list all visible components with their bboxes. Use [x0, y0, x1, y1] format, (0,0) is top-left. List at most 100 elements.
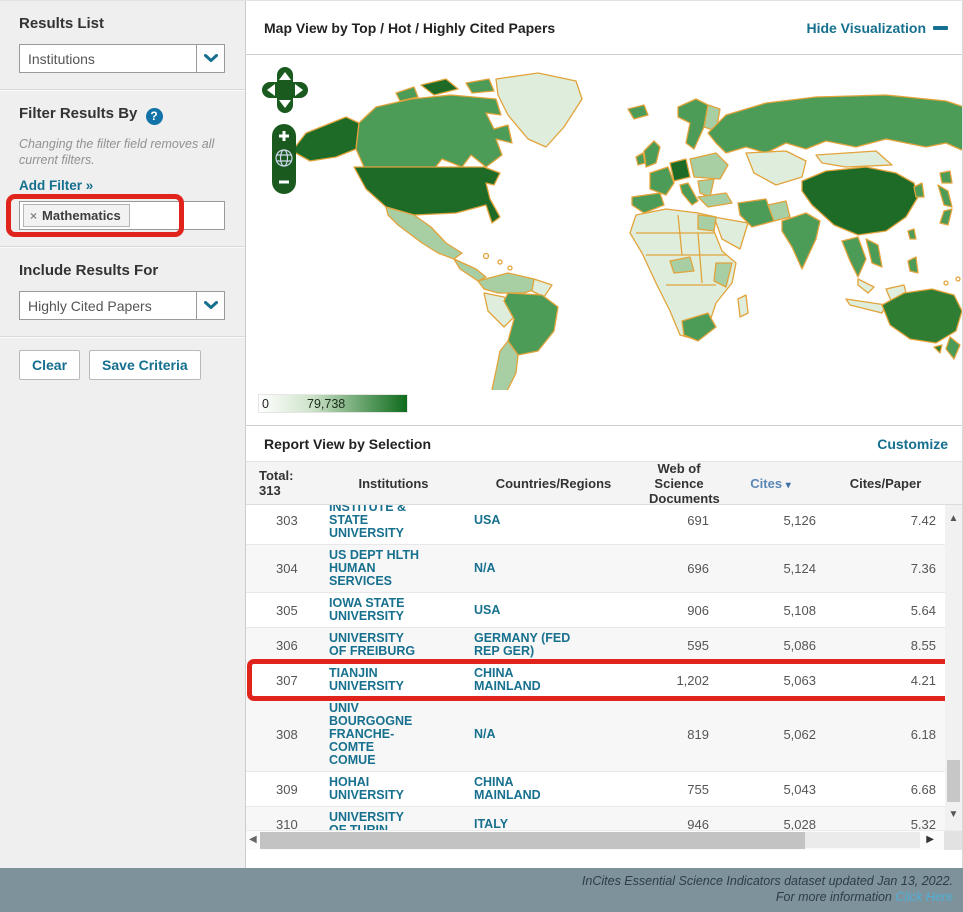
chevron-down-icon[interactable]	[196, 45, 224, 72]
column-header-countries[interactable]: Countries/Regions	[466, 477, 641, 492]
table-row: 304 US DEPT HLTH HUMAN SERVICES N/A 696 …	[246, 545, 947, 593]
results-list-heading: Results List	[19, 15, 226, 32]
map-asia	[698, 95, 962, 315]
column-header-cites[interactable]: Cites ▾	[717, 477, 824, 492]
map-north-america	[292, 73, 582, 281]
filter-tag-mathematics[interactable]: × Mathematics	[23, 204, 130, 227]
map-south-america	[478, 273, 558, 390]
include-results-selected-value: Highly Cited Papers	[20, 298, 196, 314]
customize-link[interactable]: Customize	[877, 436, 948, 452]
results-list-section: Results List Institutions	[0, 1, 245, 89]
cites-per-paper-cell: 7.42	[824, 510, 947, 531]
column-header-cites-paper[interactable]: Cites/Paper	[824, 477, 947, 492]
institution-link[interactable]: UNIVERSITY OF TURIN	[321, 807, 466, 830]
table-rows: 303 INSTITUTE & STATE UNIVERSITY USA 691…	[246, 505, 947, 830]
documents-cell: 1,202	[641, 670, 717, 691]
filter-input[interactable]: × Mathematics	[19, 201, 225, 230]
map-view-title: Map View by Top / Hot / Highly Cited Pap…	[264, 20, 555, 36]
documents-cell: 906	[641, 600, 717, 621]
footer-dataset-line: InCites Essential Science Indicators dat…	[0, 873, 953, 889]
rank-cell: 304	[246, 558, 321, 579]
add-filter-link[interactable]: Add Filter »	[19, 178, 93, 193]
documents-cell: 819	[641, 724, 717, 745]
documents-cell: 595	[641, 635, 717, 656]
legend-max-value: 79,738	[307, 397, 345, 411]
table-header-row: Total: 313 Institutions Countries/Region…	[246, 462, 962, 505]
institution-link[interactable]: UNIVERSITY OF FREIBURG	[321, 628, 466, 662]
world-map-choropleth[interactable]	[246, 55, 962, 390]
institution-link[interactable]: TIANJIN UNIVERSITY	[321, 663, 466, 697]
table-row: 307 TIANJIN UNIVERSITY CHINA MAINLAND 1,…	[246, 663, 947, 698]
report-view-title: Report View by Selection	[264, 436, 431, 452]
cites-per-paper-cell: 5.64	[824, 600, 947, 621]
rank-cell: 308	[246, 724, 321, 745]
click-here-link[interactable]: Click Here	[895, 890, 953, 904]
cites-cell: 5,124	[717, 558, 824, 579]
table-row: 308 UNIV BOURGOGNE FRANCHE-COMTE COMUE N…	[246, 698, 947, 772]
country-cell: CHINA MAINLAND	[466, 772, 641, 806]
institution-link[interactable]: IOWA STATE UNIVERSITY	[321, 593, 466, 627]
scroll-up-icon[interactable]: ▲	[945, 513, 962, 524]
documents-cell: 755	[641, 779, 717, 800]
map-view-header: Map View by Top / Hot / Highly Cited Pap…	[246, 1, 962, 55]
table-row: 306 UNIVERSITY OF FREIBURG GERMANY (FED …	[246, 628, 947, 663]
horizontal-scrollbar[interactable]: ◀ ▶	[246, 830, 962, 850]
table-row: 303 INSTITUTE & STATE UNIVERSITY USA 691…	[246, 505, 947, 545]
hide-visualization-link[interactable]: Hide Visualization	[806, 20, 948, 36]
map-controls	[262, 67, 310, 199]
rank-cell: 306	[246, 635, 321, 656]
country-cell: USA	[466, 600, 641, 621]
institution-link[interactable]: INSTITUTE & STATE UNIVERSITY	[321, 505, 466, 544]
include-results-select[interactable]: Highly Cited Papers	[19, 291, 225, 320]
table-row: 309 HOHAI UNIVERSITY CHINA MAINLAND 755 …	[246, 772, 947, 807]
country-cell: GERMANY (FED REP GER)	[466, 628, 641, 662]
institution-link[interactable]: UNIV BOURGOGNE FRANCHE-COMTE COMUE	[321, 698, 466, 771]
map-area: 0 79,738	[246, 55, 962, 425]
main-panel: Map View by Top / Hot / Highly Cited Pap…	[245, 1, 963, 869]
chevron-down-icon[interactable]	[196, 292, 224, 319]
table-row: 310 UNIVERSITY OF TURIN ITALY 946 5,028 …	[246, 807, 947, 830]
scroll-right-icon[interactable]: ▶	[926, 834, 934, 845]
scrollbar-corner	[944, 831, 962, 850]
country-cell: CHINA MAINLAND	[466, 663, 641, 697]
column-header-institutions[interactable]: Institutions	[321, 477, 466, 492]
results-list-select[interactable]: Institutions	[19, 44, 225, 73]
help-icon[interactable]: ?	[146, 108, 163, 125]
vertical-scrollbar[interactable]: ▲ ▼	[945, 505, 962, 830]
filter-section: Filter Results By ? Changing the filter …	[0, 91, 245, 246]
country-cell: USA	[466, 510, 641, 531]
report-view-header: Report View by Selection Customize	[246, 425, 962, 462]
vertical-scroll-thumb[interactable]	[947, 760, 960, 802]
legend-min-value: 0	[262, 397, 269, 411]
cites-cell: 5,086	[717, 635, 824, 656]
criteria-buttons: Clear Save Criteria	[0, 338, 245, 392]
scroll-down-icon[interactable]: ▼	[945, 809, 962, 820]
country-cell: N/A	[466, 558, 641, 579]
rank-cell: 310	[246, 814, 321, 831]
cites-cell: 5,028	[717, 814, 824, 831]
sidebar: Results List Institutions Filter Results…	[0, 1, 245, 869]
minus-icon	[933, 26, 948, 30]
rank-cell: 307	[246, 670, 321, 691]
rank-cell: 309	[246, 779, 321, 800]
rank-cell: 305	[246, 600, 321, 621]
country-cell: ITALY	[466, 814, 641, 831]
horizontal-scroll-thumb[interactable]	[260, 832, 805, 849]
filter-input-wrap: × Mathematics	[19, 201, 226, 230]
column-header-documents[interactable]: Web of Science Documents	[641, 462, 717, 507]
documents-cell: 946	[641, 814, 717, 831]
save-criteria-button[interactable]: Save Criteria	[89, 350, 201, 380]
zoom-control[interactable]	[272, 124, 297, 194]
cites-per-paper-cell: 4.21	[824, 670, 947, 691]
scroll-left-icon[interactable]: ◀	[249, 834, 257, 845]
remove-filter-icon[interactable]: ×	[30, 209, 37, 223]
cites-cell: 5,063	[717, 670, 824, 691]
documents-cell: 696	[641, 558, 717, 579]
pan-control[interactable]	[262, 67, 308, 113]
institution-link[interactable]: US DEPT HLTH HUMAN SERVICES	[321, 545, 466, 592]
footer: InCites Essential Science Indicators dat…	[0, 868, 963, 912]
institution-link[interactable]: HOHAI UNIVERSITY	[321, 772, 466, 806]
country-cell: N/A	[466, 724, 641, 745]
footer-info-line: For more information Click Here	[0, 889, 953, 905]
clear-button[interactable]: Clear	[19, 350, 80, 380]
